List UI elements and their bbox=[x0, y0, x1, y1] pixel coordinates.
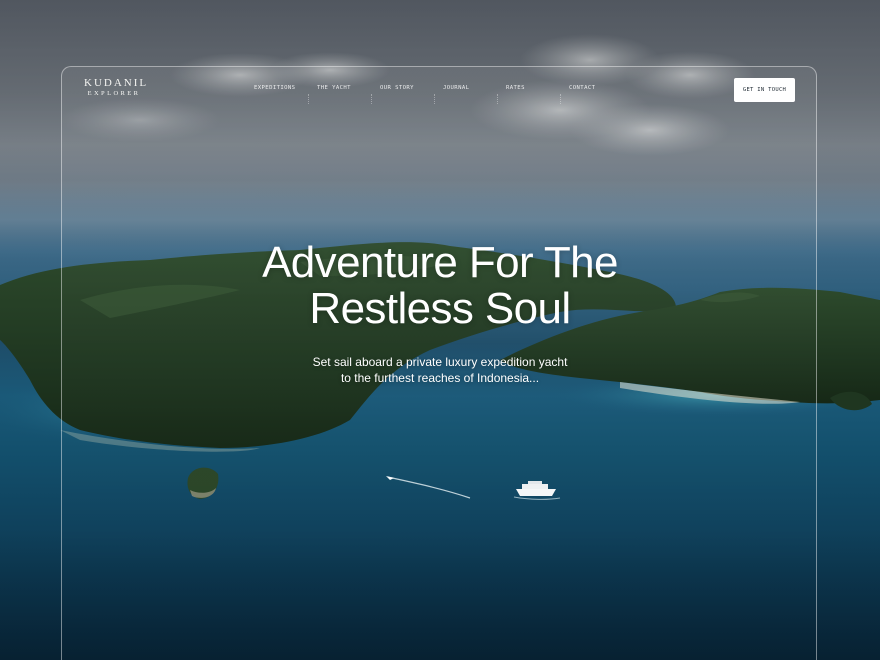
nav-item-expeditions[interactable]: EXPEDITIONS bbox=[254, 85, 295, 91]
brand-name-top: KUDANIL bbox=[84, 77, 149, 89]
brand-name-bottom: EXPLORER bbox=[87, 90, 141, 97]
hero-subtitle: Set sail aboard a private luxury expedit… bbox=[260, 354, 620, 386]
hero-title: Adventure For The Restless Soul bbox=[190, 240, 690, 332]
hero-title-line-1: Adventure For The bbox=[262, 238, 618, 287]
nav-divider bbox=[308, 94, 310, 104]
brand-logo[interactable]: KUDANIL EXPLORER bbox=[84, 77, 149, 98]
hero-background: KUDANIL EXPLORER EXPEDITIONS THE YACHT O… bbox=[0, 0, 880, 660]
hero-title-line-2: Restless Soul bbox=[309, 284, 571, 333]
nav-divider bbox=[497, 94, 499, 104]
nav-item-contact[interactable]: CONTACT bbox=[569, 85, 595, 91]
nav-divider bbox=[371, 94, 373, 104]
nav-divider bbox=[434, 94, 436, 104]
nav-item-the-yacht[interactable]: THE YACHT bbox=[317, 85, 351, 91]
hero-subtitle-line-1: Set sail aboard a private luxury expedit… bbox=[312, 355, 568, 369]
nav-item-journal[interactable]: JOURNAL bbox=[443, 85, 469, 91]
nav-item-our-story[interactable]: OUR STORY bbox=[380, 85, 414, 91]
nav-divider bbox=[560, 94, 562, 104]
get-in-touch-button[interactable]: GET IN TOUCH bbox=[734, 78, 795, 102]
nav-item-rates[interactable]: RATES bbox=[506, 85, 525, 91]
hero-subtitle-line-2: to the furthest reaches of Indonesia... bbox=[340, 371, 540, 385]
